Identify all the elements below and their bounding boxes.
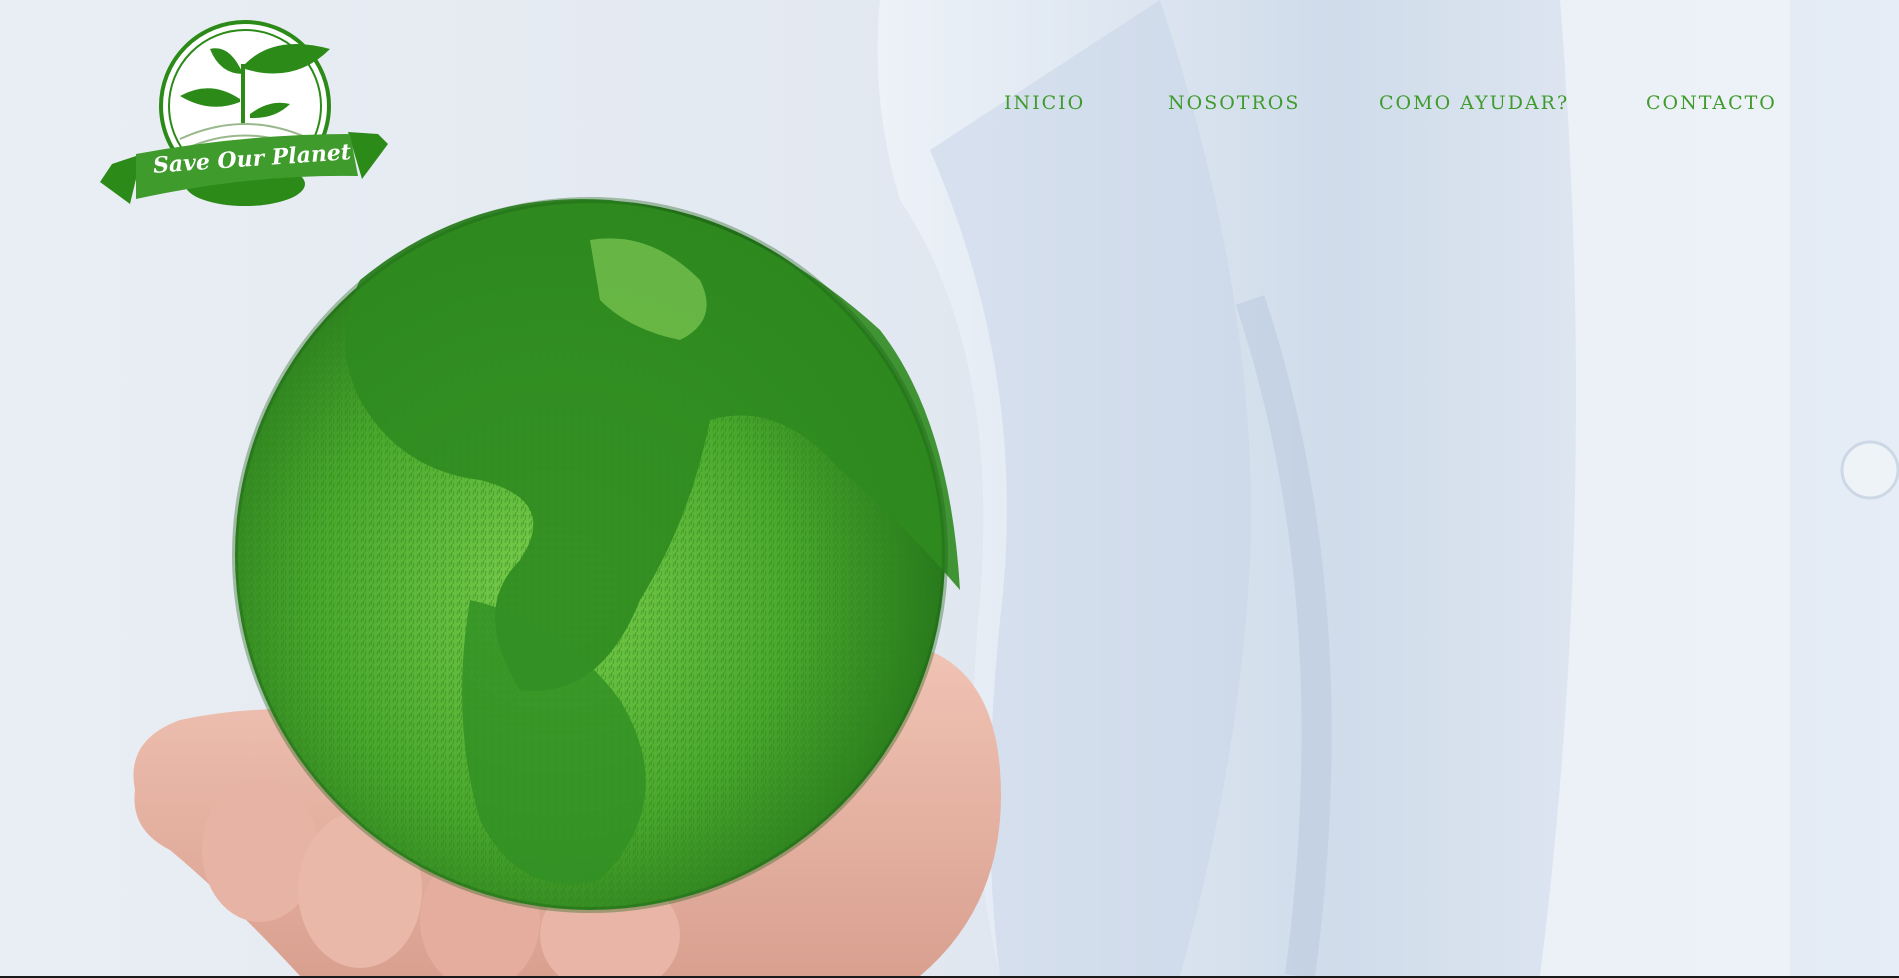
- nav-item-contacto[interactable]: CONTACTO: [1646, 92, 1777, 114]
- sprout-globe-logo-icon: [100, 20, 388, 206]
- nav-item-como-ayudar[interactable]: COMO AYUDAR?: [1379, 92, 1569, 114]
- site-logo[interactable]: Save Our Planet: [100, 14, 390, 219]
- nav-item-inicio[interactable]: INICIO: [1004, 92, 1085, 114]
- nav-item-nosotros[interactable]: NOSOTROS: [1168, 92, 1300, 114]
